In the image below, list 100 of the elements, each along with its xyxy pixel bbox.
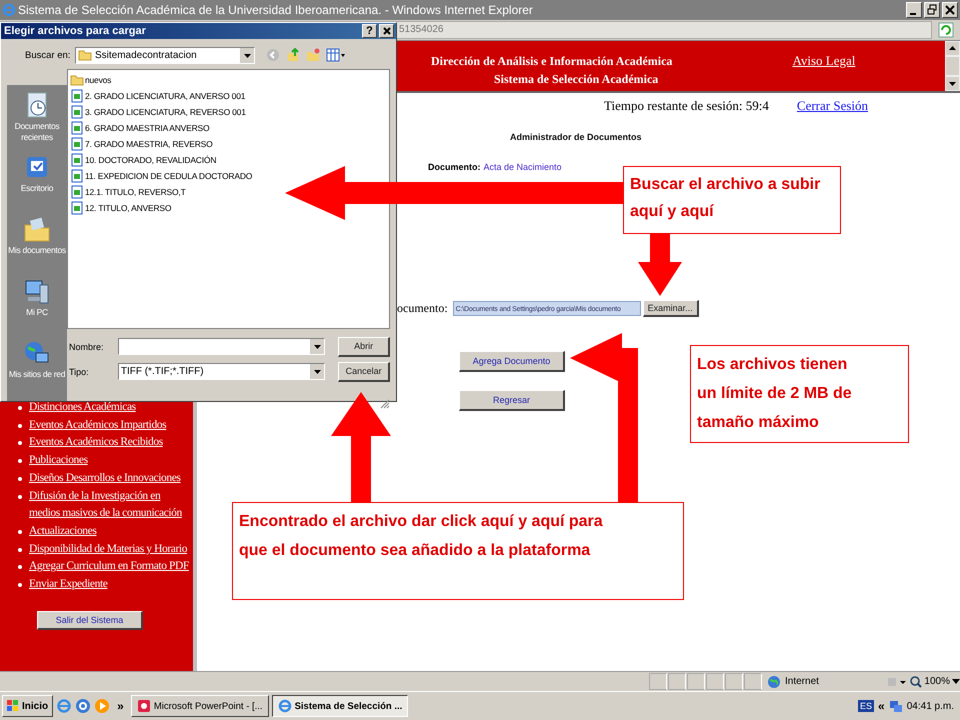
status-pane — [744, 673, 762, 690]
file-label: ocumento: — [397, 301, 448, 316]
bullet-icon — [18, 424, 22, 428]
place-label[interactable]: Escritorio — [20, 183, 54, 194]
taskbar-button[interactable]: Sistema de Selección ... — [272, 695, 408, 717]
caret-icon — [952, 678, 960, 684]
file-type-label: Tipo: — [68, 366, 90, 376]
image-file-icon — [70, 89, 84, 103]
file-name[interactable]: 6. GRADO MAESTRIA ANVERSO — [85, 123, 210, 133]
dropdown-arrow-icon — [240, 48, 254, 63]
sidebar-link[interactable]: Eventos Académicos Impartidos — [29, 416, 166, 434]
windows-logo-icon — [7, 700, 19, 712]
language-indicator[interactable]: ES — [858, 700, 874, 712]
zone-label: Internet — [785, 676, 819, 687]
logout-button[interactable]: Salir del Sistema — [37, 610, 143, 630]
open-button[interactable]: Abrir — [338, 336, 390, 356]
sidebar-link[interactable]: Enviar Expediente — [29, 576, 108, 594]
zoom-icon — [910, 676, 922, 688]
globe-icon — [767, 674, 781, 688]
status-pane — [725, 673, 743, 690]
scrollbar[interactable] — [945, 41, 960, 91]
minimize-icon[interactable] — [906, 2, 922, 18]
resize-grip-icon[interactable] — [380, 399, 390, 409]
clock: 04:41 p.m. — [906, 700, 954, 712]
document-label: Documento: — [428, 162, 480, 172]
more-button[interactable]: » — [117, 699, 124, 713]
image-file-icon — [70, 137, 84, 151]
logout-link[interactable]: Cerrar Sesión — [796, 98, 868, 114]
file-name[interactable]: nuevos — [85, 75, 112, 85]
close-button[interactable] — [379, 24, 394, 38]
sidebar-link[interactable]: Publicaciones — [29, 452, 88, 470]
place-label[interactable]: Mi PC — [26, 307, 48, 318]
dropdown-arrow-icon — [310, 339, 324, 354]
header-title: Sistema de Selección Académica — [494, 71, 660, 88]
sidebar-link[interactable]: Diseños Desarrollos e Innovaciones — [29, 470, 181, 488]
image-file-icon — [70, 169, 84, 183]
look-in-label: Buscar en: — [25, 50, 72, 61]
sidebar-link[interactable]: Disponibilidad de Materias y Horario — [29, 540, 188, 558]
folder-icon — [70, 73, 84, 87]
sidebar-link[interactable]: Agregar Curriculum en Formato PDF — [29, 558, 189, 576]
status-pane — [706, 673, 724, 690]
network-icon[interactable] — [888, 699, 903, 713]
file-type-dropdown[interactable]: TIFF (*.TIF;*.TIFF) — [118, 363, 326, 380]
file-name[interactable]: 12. TITULO, ANVERSO — [85, 203, 172, 213]
status-pane — [668, 673, 686, 690]
file-name-dropdown[interactable] — [118, 338, 326, 355]
close-icon[interactable] — [942, 2, 958, 18]
image-file-icon — [70, 153, 84, 167]
bullet-icon — [18, 494, 22, 499]
document-value: Acta de Nacimiento — [484, 162, 562, 172]
zoom-level: 100% — [924, 676, 950, 687]
legal-link[interactable]: Aviso Legal — [792, 53, 856, 69]
slides-icon — [136, 699, 151, 713]
image-file-icon — [70, 121, 84, 135]
file-name[interactable]: 12.1. TITULO, REVERSO,T — [85, 187, 186, 197]
back-button[interactable]: Regresar — [459, 390, 565, 411]
session-timer: Tiempo restante de sesión: 59:4 — [604, 98, 769, 114]
view-menu-icon[interactable] — [326, 48, 346, 62]
email-icon[interactable] — [75, 698, 92, 714]
callout-note: Los archivos tienen un límite de 2 MB de tamaño máximo — [690, 345, 909, 443]
callout-note: Buscar el archivo a subir aquí y aquí — [623, 166, 841, 234]
folder-dropdown[interactable]: Ssitemadecontratacion — [75, 46, 255, 64]
zoom-control[interactable]: 100% — [910, 676, 960, 688]
bullet-icon — [18, 406, 22, 410]
sidebar-link[interactable]: Actualizaciones — [29, 522, 96, 541]
arrow — [638, 233, 682, 296]
place-label[interactable]: Mis sitios de red — [8, 369, 66, 380]
file-name[interactable]: 2. GRADO LICENCIATURA, ANVERSO 001 — [85, 91, 246, 101]
expand-tray-button[interactable]: « — [878, 699, 885, 713]
sidebar-link[interactable]: Distinciones Académicas — [29, 399, 136, 417]
start-button[interactable]: Inicio — [2, 695, 54, 717]
browser-icon — [2, 3, 16, 17]
taskbar-button[interactable]: Microsoft PowerPoint - [... — [130, 695, 269, 717]
file-name[interactable]: 10. DOCTORADO, REVALIDACIÓN — [85, 155, 216, 165]
file-name[interactable]: 3. GRADO LICENCIATURA, REVERSO 001 — [85, 107, 246, 117]
bullet-icon — [18, 441, 22, 446]
sidebar-link[interactable]: Difusión de la Investigación en medios masivos de la comunicación — [29, 488, 191, 523]
window-title: Sistema de Selección Académica de la Universidad Iberoamericana. - Windows Internet Explorer — [18, 3, 533, 17]
help-button[interactable]: ? — [362, 24, 377, 38]
restore-icon[interactable] — [924, 2, 940, 18]
file-name[interactable]: 7. GRADO MAESTRIA, REVERSO — [85, 139, 213, 149]
add-document-button[interactable]: Agrega Documento — [459, 351, 565, 372]
browser-icon — [278, 699, 292, 713]
bullet-icon — [18, 459, 22, 464]
dialog-title: Elegir archivos para cargar — [4, 25, 147, 38]
file-name-label: Nombre: — [68, 342, 105, 352]
image-file-icon — [70, 201, 84, 215]
place-label[interactable]: Documentos recientes — [7, 121, 67, 143]
close-icon — [382, 27, 390, 36]
cancel-button[interactable]: Cancelar — [338, 362, 390, 382]
section-heading: Administrador de Documentos — [510, 132, 642, 142]
callout-note: Encontrado el archivo dar click aquí y aquí para que el documento sea añadido a la plataforma — [232, 502, 684, 600]
sidebar-link[interactable]: Eventos Académicos Recibidos — [29, 434, 163, 452]
image-file-icon — [70, 105, 84, 119]
file-name[interactable]: 11. EXPEDICION DE CEDULA DOCTORADO — [85, 171, 252, 181]
place-label[interactable]: Mis documentos — [8, 245, 66, 256]
status-pane — [687, 673, 705, 690]
bullet-icon — [18, 476, 22, 481]
dropdown-arrow-icon — [310, 364, 324, 379]
browse-button[interactable]: Examinar... — [642, 300, 699, 317]
